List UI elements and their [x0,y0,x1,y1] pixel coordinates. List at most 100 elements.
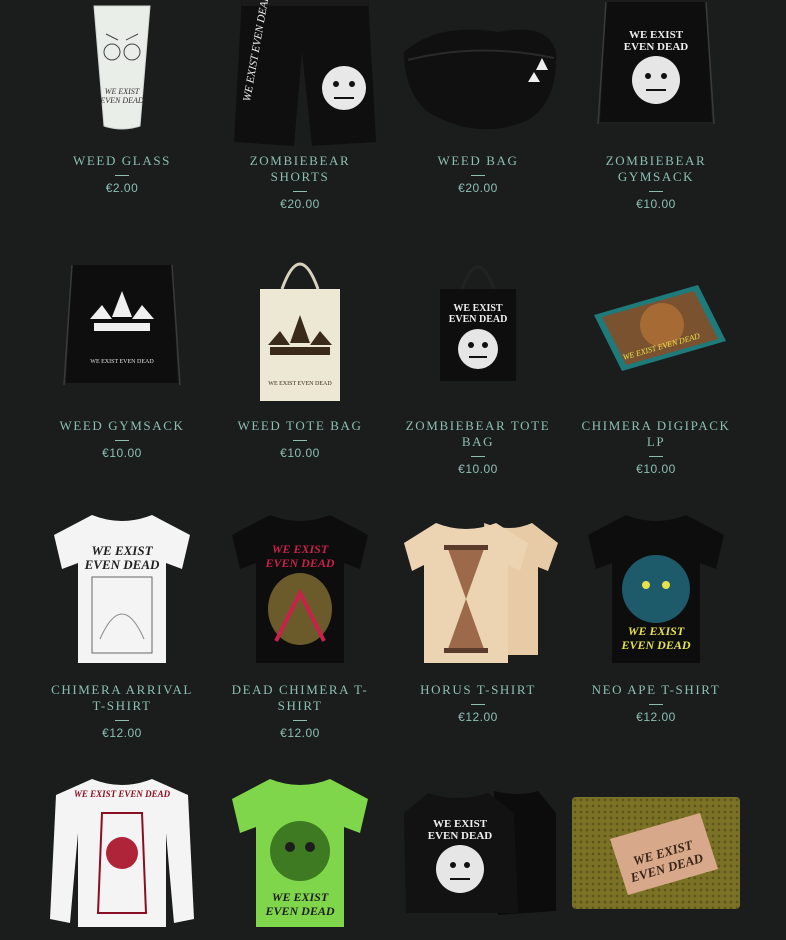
shirt-logo-text-2: EVEN DEAD [264,904,334,918]
weed-bag-image[interactable] [398,0,558,152]
product-title[interactable]: ZOMBIEBEAR GYMSACK [576,153,736,185]
tote-bag-icon: WE EXIST EVEN DEAD [440,265,516,381]
horus-t-shirt-image[interactable] [398,514,558,664]
product-longsleeve[interactable]: WE EXIST EVEN DEAD [33,778,211,928]
tshirt-icon: WE EXIST EVEN DEAD [54,515,190,663]
longsleeve-icon: WE EXIST EVEN DEAD [50,779,194,927]
title-divider [293,440,307,441]
product-title[interactable]: NEO APE T-SHIRT [592,682,721,698]
jacket-logo-text: WE EXIST [433,818,488,830]
shirt-logo-text-2: EVEN DEAD [264,556,334,570]
longsleeve-logo-text: WE EXIST EVEN DEAD [74,789,171,799]
gymsack-logo-text: WE EXIST EVEN DEAD [90,359,154,365]
zombiebear-shorts-image[interactable]: WE EXIST EVEN DEAD [220,0,380,152]
weed-tote-bag-image[interactable]: WE EXIST EVEN DEAD [220,250,380,401]
weed-glass-image[interactable]: WE EXIST EVEN DEAD [42,0,202,152]
title-divider [115,440,129,441]
product-neo-ape-t-shirt[interactable]: WE EXIST EVEN DEAD NEO APE T-SHIRT €12.0… [567,514,745,724]
product-title[interactable]: ZOMBIEBEAR TOTE BAG [398,418,558,450]
title-divider [293,720,307,721]
product-price: €20.00 [458,181,498,195]
product-price: €10.00 [102,446,142,460]
product-weed-glass[interactable]: WE EXIST EVEN DEAD WEED GLASS €2.00 [33,0,211,195]
tshirt-icon: WE EXIST EVEN DEAD [588,515,724,663]
tshirt-icon [404,523,558,663]
product-price: €20.00 [280,197,320,211]
product-chimera-digipack-lp[interactable]: WE EXIST EVEN DEAD CHIMERA DIGIPACK LP €… [567,250,745,476]
product-title[interactable]: WEED TOTE BAG [237,418,362,434]
tote-bag-icon: WE EXIST EVEN DEAD [260,262,340,401]
dead-chimera-t-shirt-image[interactable]: WE EXIST EVEN DEAD [220,514,380,664]
shirt-logo-text: WE EXIST [91,543,153,558]
zombiebear-tote-bag-image[interactable]: WE EXIST EVEN DEAD [398,250,558,400]
gymsack-logo-text: WE EXIST [629,29,684,41]
patch-icon: WE EXIST EVEN DEAD [572,797,740,909]
product-title[interactable]: CHIMERA ARRIVAL T-SHIRT [42,682,202,714]
title-divider [471,704,485,705]
jacket-icon: WE EXIST EVEN DEAD [404,791,556,915]
product-grid: WE EXIST EVEN DEAD WEED GLASS €2.00 WE E… [0,0,786,940]
shirt-logo-text: WE EXIST [272,542,329,556]
title-divider [649,704,663,705]
product-title[interactable]: HORUS T-SHIRT [420,682,536,698]
product-price: €10.00 [636,462,676,476]
product-title[interactable]: WEED BAG [437,153,518,169]
bag-icon [404,29,557,130]
product-price: €12.00 [102,726,142,740]
shirt-logo-text-2: EVEN DEAD [620,638,690,652]
shirt-logo-text-2: EVEN DEAD [84,557,160,572]
title-divider [115,175,129,176]
product-zombiebear-shorts[interactable]: WE EXIST EVEN DEAD ZOMBIEBEAR SHORTS €20… [211,0,389,211]
glass-logo-text: WE EXIST [105,87,140,96]
title-divider [471,456,485,457]
product-price: €12.00 [458,710,498,724]
shirt-logo-text: WE EXIST [628,624,685,638]
product-jacket[interactable]: WE EXIST EVEN DEAD [389,778,567,928]
gymsack-logo-text-2: EVEN DEAD [624,41,689,53]
product-weed-gymsack[interactable]: WE EXIST EVEN DEAD WEED GYMSACK €10.00 [33,250,211,460]
product-price: €10.00 [636,197,676,211]
product-zombiebear-tote-bag[interactable]: WE EXIST EVEN DEAD ZOMBIEBEAR TOTE BAG €… [389,250,567,476]
green-tshirt-image[interactable]: WE EXIST EVEN DEAD [220,778,380,928]
shorts-icon: WE EXIST EVEN DEAD [234,0,376,146]
product-title[interactable]: DEAD CHIMERA T-SHIRT [220,682,380,714]
tshirt-icon: WE EXIST EVEN DEAD [232,515,368,663]
product-green-tshirt[interactable]: WE EXIST EVEN DEAD [211,778,389,928]
patch-image[interactable]: WE EXIST EVEN DEAD [572,778,740,928]
chimera-arrival-t-shirt-image[interactable]: WE EXIST EVEN DEAD [42,514,202,664]
title-divider [115,720,129,721]
chimera-digipack-lp-image[interactable]: WE EXIST EVEN DEAD [576,250,736,400]
tote-logo-text: WE EXIST [453,303,503,314]
jacket-logo-text-2: EVEN DEAD [428,830,493,842]
longsleeve-image[interactable]: WE EXIST EVEN DEAD [42,778,202,928]
product-horus-t-shirt[interactable]: HORUS T-SHIRT €12.00 [389,514,567,724]
product-price: €12.00 [280,726,320,740]
weed-gymsack-image[interactable]: WE EXIST EVEN DEAD [42,250,202,400]
glass-icon: WE EXIST EVEN DEAD [93,5,151,130]
product-price: €12.00 [636,710,676,724]
title-divider [649,456,663,457]
product-title[interactable]: WEED GLASS [73,153,171,169]
tshirt-icon: WE EXIST EVEN DEAD [232,779,368,927]
product-title[interactable]: WEED GYMSACK [59,418,184,434]
product-title[interactable]: ZOMBIEBEAR SHORTS [220,153,380,185]
gymsack-icon: WE EXIST EVEN DEAD [63,264,181,386]
neo-ape-t-shirt-image[interactable]: WE EXIST EVEN DEAD [576,514,736,664]
title-divider [471,175,485,176]
jacket-image[interactable]: WE EXIST EVEN DEAD [398,778,558,928]
tote-logo-text: WE EXIST EVEN DEAD [268,381,332,387]
product-weed-bag[interactable]: WEED BAG €20.00 [389,0,567,195]
product-dead-chimera-t-shirt[interactable]: WE EXIST EVEN DEAD DEAD CHIMERA T-SHIRT … [211,514,389,740]
glass-logo-text-2: EVEN DEAD [99,96,144,105]
product-title[interactable]: CHIMERA DIGIPACK LP [576,418,736,450]
tote-logo-text-2: EVEN DEAD [449,314,508,325]
product-chimera-arrival-t-shirt[interactable]: WE EXIST EVEN DEAD CHIMERA ARRIVAL T-SHI… [33,514,211,740]
product-zombiebear-gymsack[interactable]: WE EXIST EVEN DEAD ZOMBIEBEAR GYMSACK €1… [567,0,745,211]
product-patch[interactable]: WE EXIST EVEN DEAD [567,778,745,928]
product-price: €10.00 [458,462,498,476]
zombiebear-gymsack-image[interactable]: WE EXIST EVEN DEAD [576,0,736,152]
product-price: €10.00 [280,446,320,460]
cd-icon: WE EXIST EVEN DEAD [594,285,726,371]
product-weed-tote-bag[interactable]: WE EXIST EVEN DEAD WEED TOTE BAG €10.00 [211,250,389,460]
product-price: €2.00 [105,181,139,195]
